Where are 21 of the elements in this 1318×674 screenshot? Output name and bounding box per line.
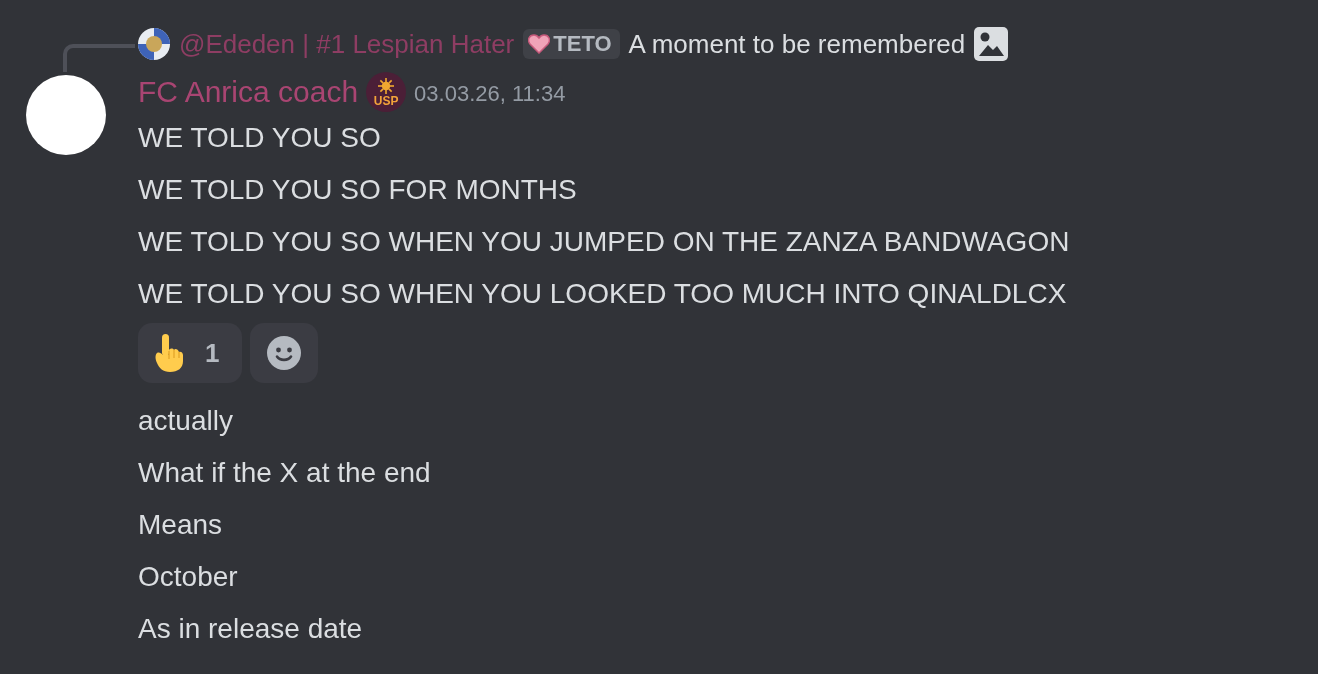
message-text: WE TOLD YOU SO FOR MONTHS <box>138 173 577 207</box>
reply-preview-text[interactable]: A moment to be remembered <box>628 29 966 59</box>
heart-icon <box>528 34 551 54</box>
reply-connector <box>63 44 135 72</box>
message-text: As in release date <box>138 612 363 646</box>
avatar[interactable] <box>138 28 170 60</box>
role-badge-label: USP <box>373 94 399 107</box>
guild-tag-label: TETO <box>553 30 612 58</box>
message-text: WE TOLD YOU SO WHEN YOU LOOKED TOO MUCH INTO QINALDLCX <box>138 277 1067 311</box>
sun-icon <box>377 77 396 94</box>
message-text: WE TOLD YOU SO WHEN YOU JUMPED ON THE ZANZA BANDWAGON <box>138 225 1070 259</box>
message-text: October <box>138 560 238 594</box>
timestamp: 03.03.26, 11:34 <box>414 80 566 108</box>
message-text: Means <box>138 508 223 542</box>
message-text: actually <box>138 404 233 438</box>
message-text: WE TOLD YOU SO <box>138 121 381 155</box>
reaction-button[interactable]: 1 <box>138 323 242 383</box>
smiley-icon <box>267 336 301 370</box>
add-reaction-button[interactable] <box>250 323 318 383</box>
guild-tag[interactable]: TETO <box>523 29 620 59</box>
message-text: What if the X at the end <box>138 456 431 490</box>
